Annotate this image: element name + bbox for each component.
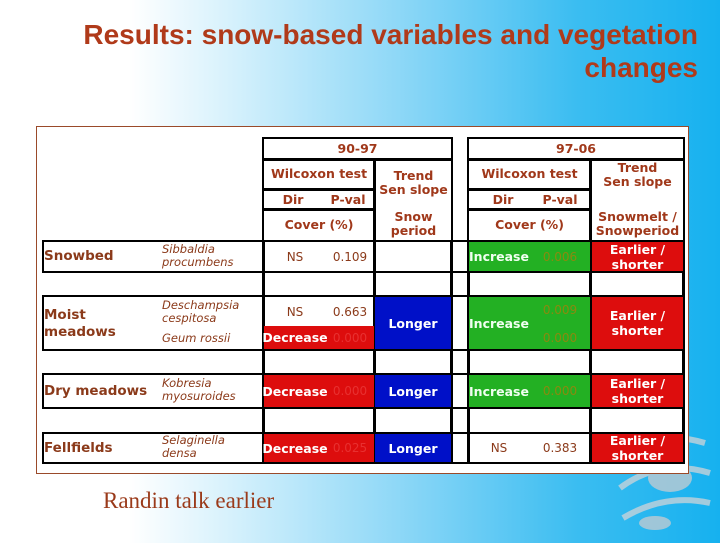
- dir-value: Decrease: [262, 383, 328, 399]
- trend-header: Trend Sen slope: [592, 160, 683, 190]
- dir-header: Dir: [282, 191, 304, 207]
- wilcoxon-header: Wilcoxon test: [481, 166, 578, 181]
- variable-header: Snow period: [376, 207, 451, 241]
- species-name: Kobresia myosuroides: [162, 377, 236, 403]
- species-line2: myosuroides: [162, 389, 236, 403]
- trend-line2: shorter: [611, 391, 664, 406]
- trend-earlier-shorter: Earlier / shorter: [592, 375, 683, 407]
- slide-title: Results: snow-based variables and vegeta…: [83, 19, 698, 83]
- variable-line2: Snowperiod: [595, 223, 680, 238]
- divider: [450, 240, 453, 463]
- pval-value: 0.383: [542, 441, 578, 455]
- cover-header: Cover (%): [284, 217, 354, 232]
- trend-line1: Earlier /: [609, 376, 666, 391]
- species-name: Selaginella densa: [162, 434, 225, 460]
- trend-line1: Trend: [617, 160, 658, 175]
- habitat-label: Moist meadows: [44, 307, 116, 341]
- pval-header: P-val: [542, 191, 578, 207]
- trend-line1: Earlier /: [609, 433, 666, 448]
- trend-longer: Longer: [375, 375, 451, 407]
- trend-line2: Sen slope: [603, 174, 672, 189]
- trend-line1: Earlier /: [609, 308, 666, 323]
- species-name: Deschampsia cespitosa: [162, 299, 239, 325]
- variable-line2: period: [390, 223, 437, 238]
- cover-header: Cover (%): [495, 217, 564, 232]
- habitat-label: Fellfields: [44, 440, 113, 456]
- pval-value: 0.663: [332, 305, 368, 319]
- footnote: Randin talk earlier: [103, 488, 275, 513]
- trend-line2: shorter: [611, 448, 664, 463]
- species-line2: cespitosa: [162, 311, 217, 325]
- species-name: Geum rossii: [162, 331, 231, 345]
- habitat-line2: meadows: [44, 324, 116, 340]
- species-line2: densa: [162, 446, 197, 460]
- variable-line1: Snow: [394, 209, 433, 224]
- habitat-line1: Moist: [44, 307, 86, 323]
- variable-line1: Snowmelt /: [598, 209, 677, 224]
- dir-value: NS: [490, 441, 508, 455]
- wilcoxon-header: Wilcoxon test: [270, 166, 368, 181]
- divider: [467, 240, 470, 463]
- trend-longer: Longer: [375, 434, 451, 462]
- trend-longer: Longer: [375, 297, 451, 349]
- pval-value: 0.000: [332, 330, 368, 345]
- pval-value: 0.009: [542, 303, 578, 317]
- pval-value: 0.000: [332, 384, 368, 398]
- pval-value: 0.109: [332, 250, 368, 264]
- trend-line2: Sen slope: [379, 182, 448, 197]
- pval-header: P-val: [330, 191, 366, 207]
- period-label: 97-06: [556, 141, 596, 156]
- dir-value: Decrease: [262, 440, 328, 456]
- divider: [682, 240, 685, 463]
- divider: [373, 240, 376, 463]
- trend-header: Trend Sen slope: [376, 160, 451, 206]
- pval-value: 0.025: [332, 441, 368, 455]
- dir-value: NS: [286, 305, 304, 319]
- pval-value: 0.000: [542, 331, 578, 345]
- trend-line2: shorter: [611, 256, 664, 272]
- pval-value: 0.006: [542, 249, 578, 264]
- trend-earlier-shorter: Earlier / shorter: [592, 297, 683, 349]
- divider: [589, 240, 592, 463]
- dir-value: Increase: [469, 249, 529, 264]
- dir-value: NS: [286, 250, 304, 264]
- dir-value: Increase: [469, 383, 529, 399]
- dir-header: Dir: [492, 191, 514, 207]
- habitat-label: Snowbed: [44, 248, 114, 264]
- trend-earlier-shorter: Earlier / shorter: [592, 241, 683, 272]
- divider: [262, 240, 265, 463]
- period-label: 90-97: [337, 141, 378, 156]
- species-line2: procumbens: [162, 255, 234, 269]
- pval-value: 0.000: [542, 384, 578, 398]
- trend-line1: Earlier /: [609, 241, 666, 257]
- trend-line2: shorter: [611, 323, 664, 338]
- dir-value: Decrease: [262, 330, 328, 345]
- variable-header: Snowmelt / Snowperiod: [592, 207, 683, 241]
- dir-value: Increase: [469, 315, 529, 331]
- trend-line1: Trend: [393, 168, 434, 183]
- habitat-label: Dry meadows: [44, 383, 148, 399]
- trend-earlier-shorter: Earlier / shorter: [592, 433, 683, 463]
- species-name: Sibbaldia procumbens: [162, 243, 234, 269]
